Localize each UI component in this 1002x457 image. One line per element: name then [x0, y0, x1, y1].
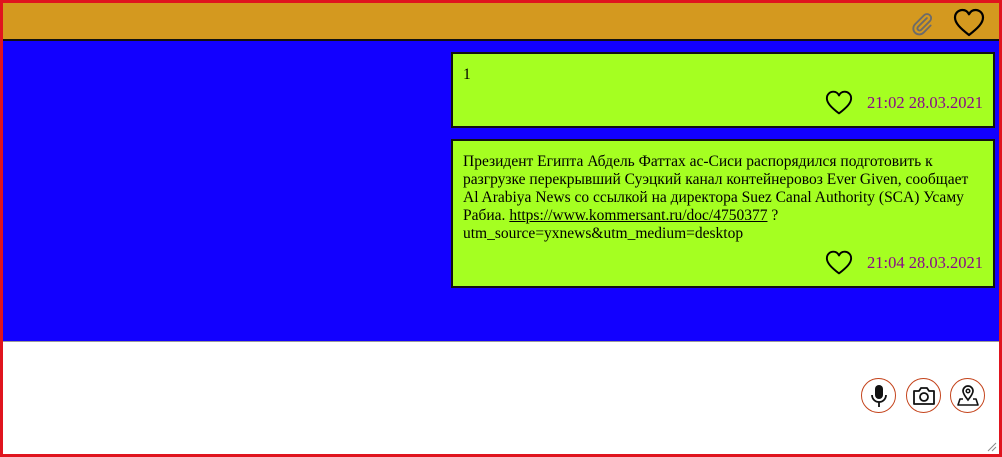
message-text: Президент Египта Абдель Фаттах ас-Сиси р…: [463, 153, 969, 242]
location-pin-icon: [956, 384, 979, 406]
message-bubble: Президент Египта Абдель Фаттах ас-Сиси р…: [451, 139, 995, 288]
message-timestamp: 21:02 28.03.2021: [867, 93, 983, 112]
message-text: 1: [463, 66, 471, 83]
message-timestamp: 21:04 28.03.2021: [867, 253, 983, 272]
voice-record-button[interactable]: [861, 378, 896, 413]
favorites-button[interactable]: [953, 8, 985, 38]
message-list: 1 21:02 28.03.2021 Президент Египта Абде…: [3, 41, 999, 341]
microphone-icon: [870, 384, 887, 407]
heart-icon: [953, 8, 985, 37]
message-meta: 21:02 28.03.2021: [825, 89, 983, 117]
app-window: 1 21:02 28.03.2021 Президент Египта Абде…: [0, 0, 1002, 457]
like-heart-icon[interactable]: [825, 250, 853, 276]
camera-button[interactable]: [906, 378, 941, 413]
message-meta: 21:04 28.03.2021: [825, 249, 983, 277]
paperclip-icon: [912, 13, 933, 36]
camera-icon: [912, 386, 935, 405]
resize-grip-icon[interactable]: [987, 442, 997, 452]
attach-button[interactable]: [909, 11, 935, 37]
message-link[interactable]: https://www.kommersant.ru/doc/4750377: [509, 207, 767, 224]
top-bar: [3, 3, 999, 41]
like-heart-icon[interactable]: [825, 90, 853, 116]
composer: [3, 341, 999, 454]
message-bubble: 1 21:02 28.03.2021: [451, 52, 995, 128]
message-input[interactable]: [5, 344, 855, 449]
location-button[interactable]: [950, 378, 985, 413]
